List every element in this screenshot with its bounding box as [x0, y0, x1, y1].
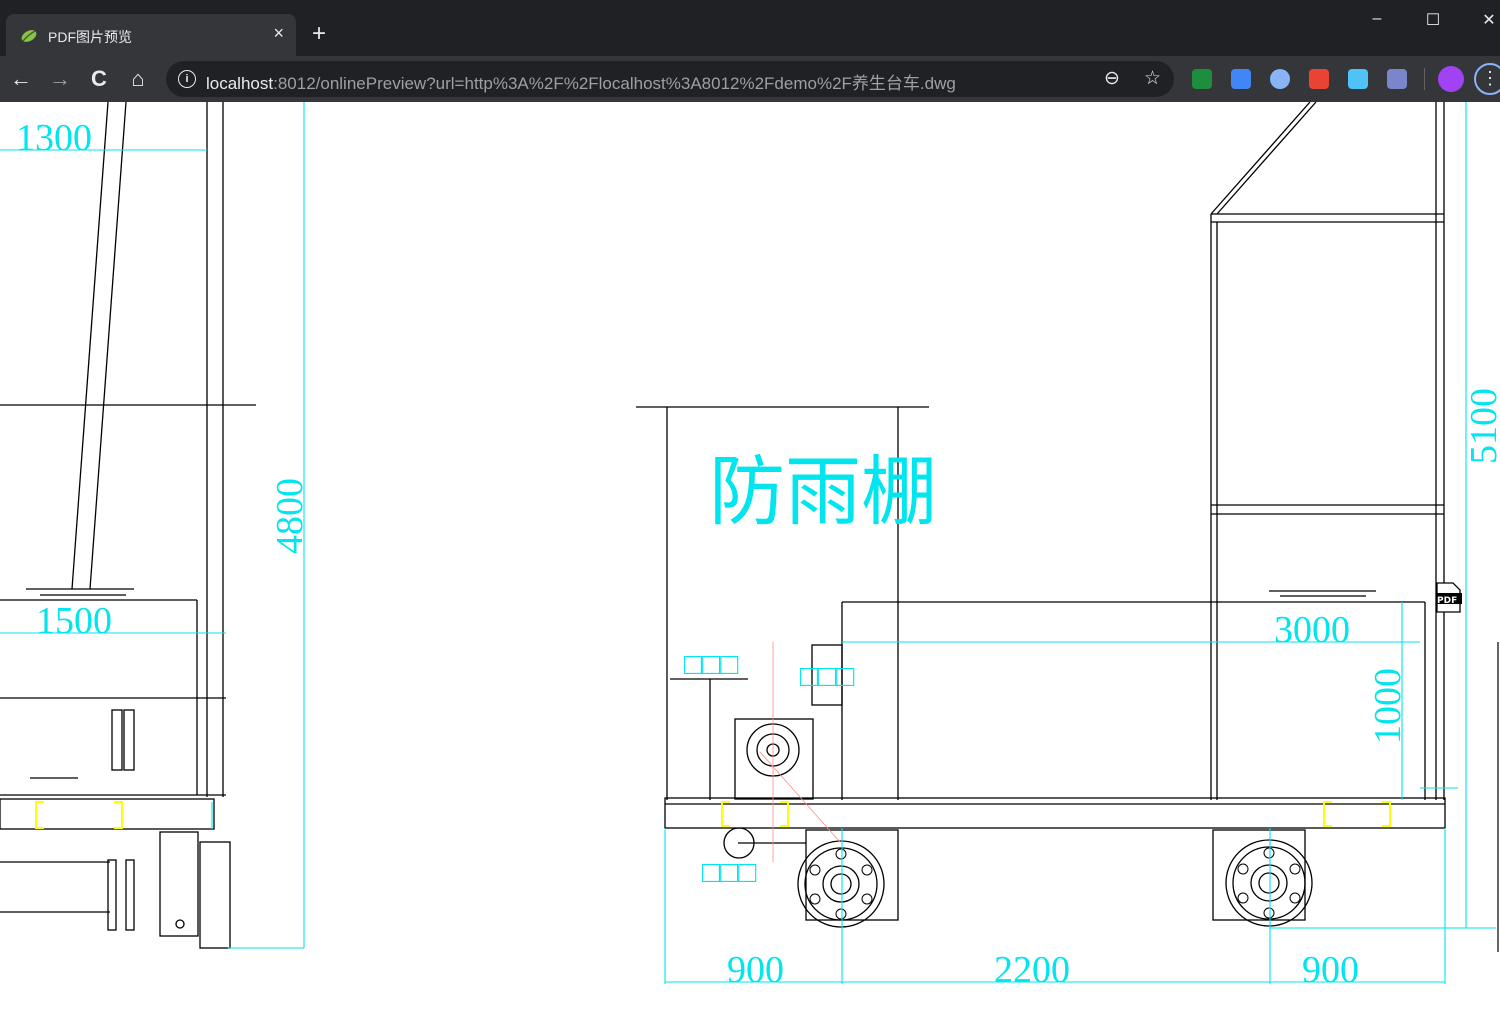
url-text[interactable]: localhost:8012/onlinePreview?url=http%3A… [206, 69, 956, 94]
new-tab-button[interactable]: + [312, 22, 326, 46]
extension-translate-icon[interactable] [1231, 69, 1251, 89]
back-button[interactable]: ← [8, 66, 34, 92]
bookmark-star-icon[interactable]: ☆ [1144, 67, 1161, 90]
leaf-icon [21, 30, 37, 42]
dim-2200: 2200 [994, 949, 1070, 991]
dim-1300: 1300 [16, 117, 92, 159]
dim-4800: 4800 [269, 478, 311, 554]
extension-circle-icon[interactable] [1270, 69, 1290, 89]
scrollbar[interactable] [1497, 642, 1499, 952]
extension-red-icon[interactable] [1309, 69, 1329, 89]
glyph-placeholder-1: □□□ [684, 648, 739, 681]
glyph-placeholder-3: □□□ [702, 856, 757, 889]
canopy-label: 防雨棚 [709, 447, 937, 536]
forward-button[interactable]: → [47, 66, 73, 92]
dim-900-right: 900 [1302, 949, 1359, 991]
pdf-file-icon[interactable]: PDF [1436, 582, 1462, 613]
extension-green-icon[interactable] [1192, 69, 1212, 89]
address-bar[interactable]: i localhost:8012/onlinePreview?url=http%… [166, 61, 1174, 97]
url-path: :8012/onlinePreview?url=http%3A%2F%2Floc… [273, 74, 956, 93]
cad-drawing: 1300 1500 4800 防雨棚 □□□ □□□ □□□ 3000 1000… [0, 101, 1500, 991]
tab-close-icon[interactable]: × [273, 23, 284, 44]
extension-blue-icon[interactable] [1387, 69, 1407, 89]
pdf-badge-text: PDF [1437, 596, 1457, 606]
browser-menu-button[interactable]: ⋮ [1474, 63, 1500, 95]
home-button[interactable]: ⌂ [125, 66, 151, 92]
close-window-button[interactable]: ✕ [1474, 10, 1500, 30]
dim-1500: 1500 [36, 600, 112, 642]
dim-5100: 5100 [1463, 388, 1500, 464]
extension-cloud-icon[interactable] [1348, 69, 1368, 89]
maximize-button[interactable]: ☐ [1418, 10, 1448, 30]
dim-3000: 3000 [1274, 609, 1350, 651]
browser-tabstrip: PDF图片预览 × + – ☐ ✕ [0, 0, 1500, 56]
pdf-canvas: 1300 1500 4800 防雨棚 □□□ □□□ □□□ 3000 1000… [0, 101, 1500, 1026]
dim-900-left: 900 [727, 949, 784, 991]
tab-title: PDF图片预览 [48, 29, 132, 45]
url-host: localhost [206, 74, 274, 93]
minimize-button[interactable]: – [1362, 10, 1392, 28]
toolbar-separator [1424, 68, 1425, 90]
dim-1000: 1000 [1367, 668, 1409, 744]
tab-pdf-preview[interactable]: PDF图片预览 × [6, 14, 296, 56]
glyph-placeholder-2: □□□ [800, 660, 855, 693]
browser-toolbar: ← → C ⌂ i localhost:8012/onlinePreview?u… [0, 56, 1500, 102]
zoom-icon[interactable]: ⊖ [1104, 67, 1120, 90]
site-info-icon[interactable]: i [178, 70, 196, 88]
reload-button[interactable]: C [86, 66, 112, 92]
profile-avatar-icon[interactable] [1438, 66, 1464, 92]
